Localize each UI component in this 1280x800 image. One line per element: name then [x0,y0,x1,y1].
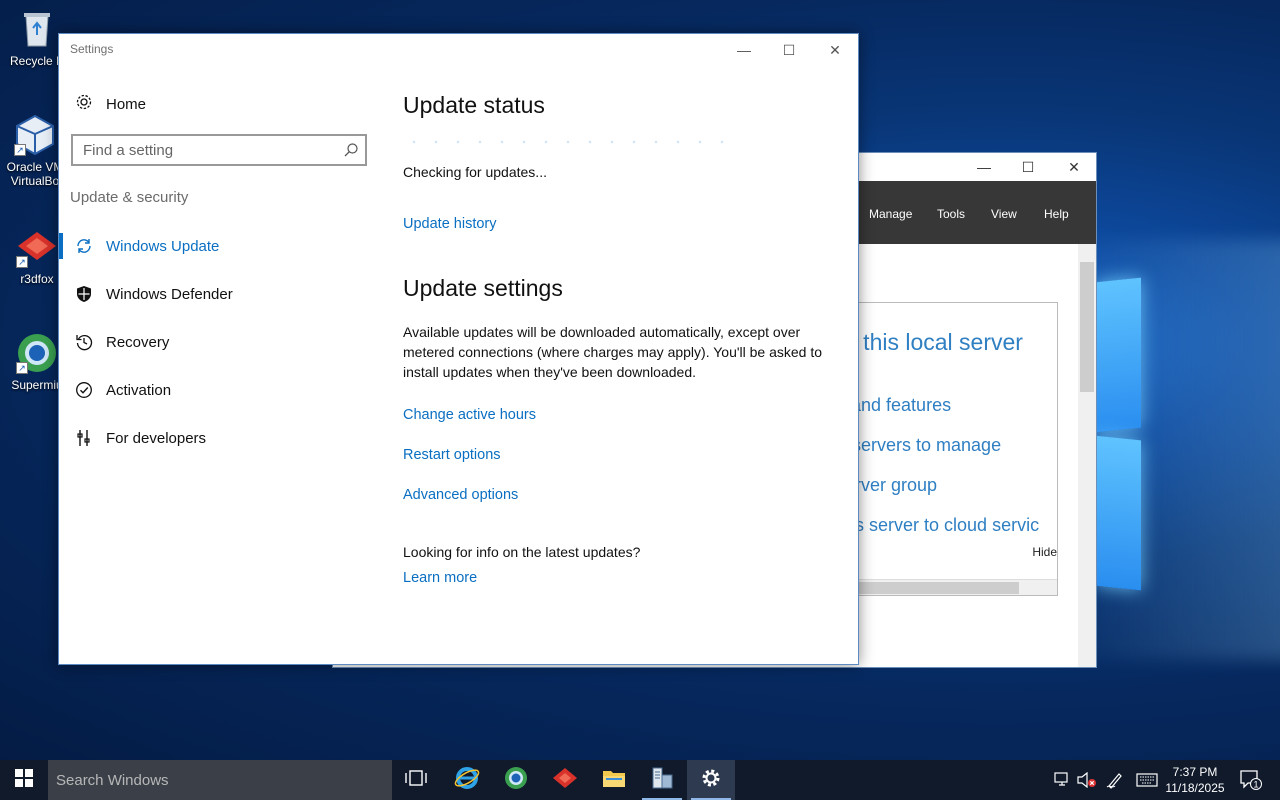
minimize-button[interactable]: — [974,157,994,177]
search-input[interactable] [73,136,333,164]
taskbar-supermium[interactable] [492,760,540,800]
vertical-scrollbar[interactable] [1078,244,1096,667]
gear-icon [75,93,93,116]
system-clock[interactable]: 7:37 PM 11/18/2025 [1160,764,1230,796]
taskbar-r3dfox[interactable] [541,760,589,800]
clock-time: 7:37 PM [1172,765,1218,779]
scroll-thumb[interactable] [839,582,1019,594]
learn-more-link[interactable]: Learn more [403,570,477,586]
sidebar-item-label: Windows Defender [106,285,233,303]
r3dfox-icon [552,766,578,795]
notification-count: 1 [1253,779,1258,789]
section-label: Update & security [70,189,189,206]
check-circle-icon [74,380,94,400]
shield-icon [74,284,94,304]
menu-help[interactable]: Help [1044,207,1069,221]
progress-dots [403,140,733,144]
sidebar-item-recovery[interactable]: Recovery [59,324,369,360]
update-history-link[interactable]: Update history [403,216,497,232]
nav-home[interactable]: Home [75,92,146,116]
supermium-icon [504,766,528,795]
taskbar-settings[interactable] [687,760,735,800]
taskbar-server-manager[interactable] [638,760,686,800]
history-icon [74,332,94,352]
sidebar-item-label: Windows Update [106,237,220,255]
start-button[interactable] [0,760,48,800]
taskbar-search-placeholder: Search Windows [56,772,169,789]
pen-ink-icon[interactable] [1104,760,1126,800]
shortcut-arrow-icon: ↗ [16,256,28,268]
windows-start-icon [15,768,33,792]
taskbar-file-explorer[interactable] [590,760,638,800]
window-title: Settings [70,42,114,56]
keyboard-icon[interactable] [1134,760,1160,800]
status-text: Checking for updates... [403,164,547,180]
change-active-hours-link[interactable]: Change active hours [403,407,536,423]
taskbar-search[interactable]: Search Windows [48,760,392,800]
sidebar-item-for-developers[interactable]: For developers [59,420,369,456]
update-settings-description: Available updates will be downloaded aut… [403,324,823,380]
sync-icon [74,236,94,256]
taskbar: Search Windows 7:37 PM 11/18/2025 1 [0,760,1280,800]
menu-tools[interactable]: Tools [937,207,965,221]
settings-window[interactable]: Settings — ☐ ✕ Home Update & security Wi… [58,33,859,665]
volume-muted-icon[interactable] [1076,760,1098,800]
action-center-button[interactable]: 1 [1236,760,1266,800]
maximize-button[interactable]: ☐ [776,40,802,60]
sidebar-item-windows-defender[interactable]: Windows Defender [59,276,369,312]
internet-explorer-icon [454,765,480,796]
sidebar-item-label: Recovery [106,333,170,351]
folder-icon [602,768,626,793]
minimize-button[interactable]: — [731,40,757,60]
sidebar-item-label: For developers [106,429,207,447]
settings-search[interactable] [71,134,367,166]
shortcut-arrow-icon: ↗ [14,144,26,156]
recycle-bin-icon [16,8,58,50]
sidebar-item-label: Activation [106,381,172,399]
task-view-button[interactable] [392,760,440,800]
task-view-icon [405,769,427,792]
gear-icon [700,767,722,794]
menu-manage[interactable]: Manage [869,207,912,221]
panel-link[interactable]: this server to cloud servic [836,515,1039,536]
maximize-button[interactable]: ☐ [1018,157,1038,177]
windows-logo-wallpaper [1095,270,1145,600]
r3dfox-icon: ↗ [16,226,58,268]
advanced-options-link[interactable]: Advanced options [403,487,518,503]
scroll-thumb[interactable] [1080,262,1094,392]
close-button[interactable]: ✕ [822,40,848,60]
clock-date: 11/18/2025 [1165,781,1225,795]
sidebar-item-activation[interactable]: Activation [59,372,369,408]
search-icon[interactable] [343,142,359,158]
update-status-heading: Update status [403,92,545,118]
shortcut-arrow-icon: ↗ [16,362,28,374]
restart-options-link[interactable]: Restart options [403,447,501,463]
close-button[interactable]: ✕ [1064,157,1084,177]
info-question: Looking for info on the latest updates? [403,544,641,560]
update-settings-heading: Update settings [403,275,563,301]
developer-tools-icon [74,428,94,448]
server-manager-icon [650,766,674,795]
menu-view[interactable]: View [991,207,1017,221]
virtualbox-icon: ↗ [14,114,56,156]
panel-title[interactable]: e this local server [844,329,1023,356]
nav-home-label: Home [106,95,147,113]
sidebar-item-windows-update[interactable]: Windows Update [59,228,369,264]
network-icon[interactable] [1052,760,1074,800]
supermium-icon: ↗ [16,332,58,374]
taskbar-internet-explorer[interactable] [443,760,491,800]
hide-link[interactable]: Hide [1032,545,1057,559]
